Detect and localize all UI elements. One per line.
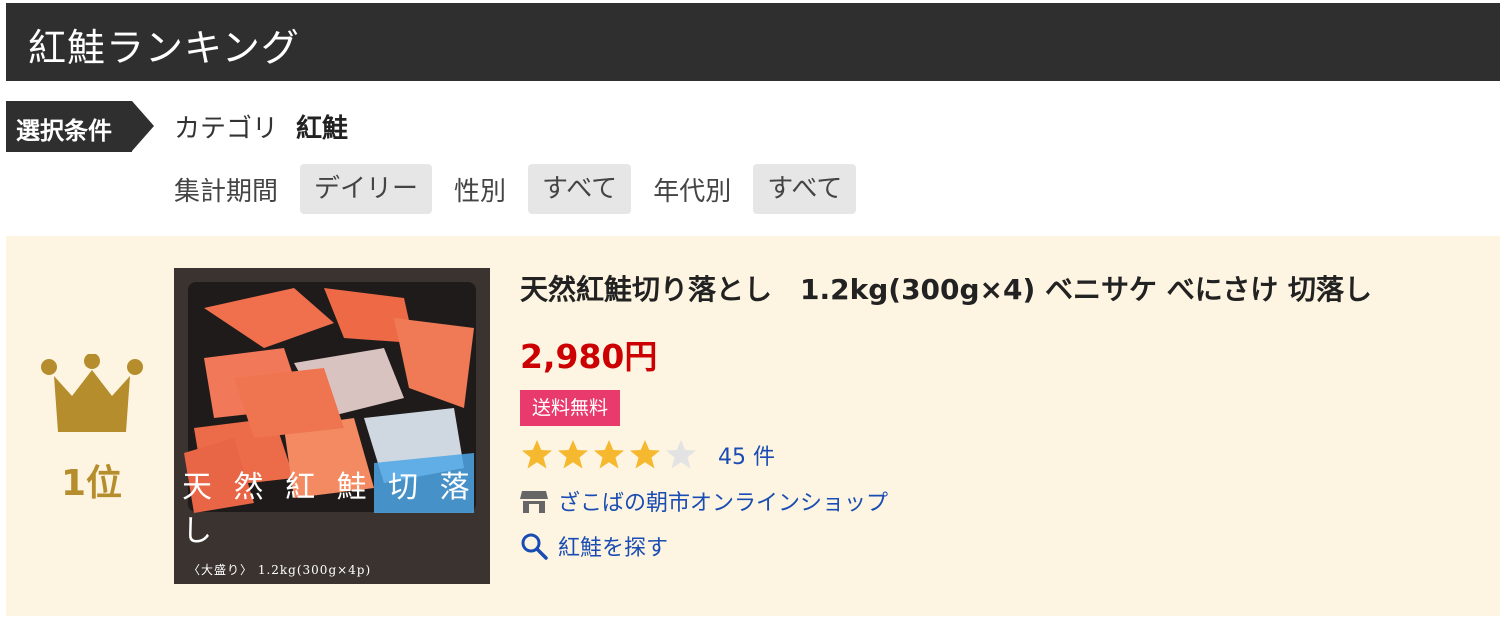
- search-link[interactable]: 紅鮭を探す: [520, 530, 668, 562]
- page-header: 紅鮭ランキング: [6, 3, 1500, 81]
- gender-label: 性別: [454, 176, 507, 207]
- shop-name: ざこばの朝市オンラインショップ: [558, 491, 889, 516]
- page-title: 紅鮭ランキング: [28, 26, 300, 70]
- period-label: 集計期間: [174, 176, 279, 207]
- filter-row: 集計期間 デイリー 性別 すべて 年代別 すべて: [174, 164, 878, 214]
- category-value: 紅鮭: [296, 114, 349, 144]
- conditions-tag: 選択条件: [6, 101, 154, 152]
- age-label: 年代別: [653, 176, 732, 207]
- product-price: 2,980円: [520, 337, 658, 376]
- rating-stars: [522, 440, 696, 469]
- star-icon: [630, 440, 660, 469]
- image-subcaption: 〈大盛り〉 1.2kg(300g×4p): [188, 563, 372, 577]
- star-icon: [594, 440, 624, 469]
- ranking-item: 1位 天 然 紅 鮭 切 落 し 〈大盛り〉 1.2kg(300g×4p) 天然…: [6, 236, 1500, 616]
- image-caption: 天 然 紅 鮭 切 落 し: [182, 470, 476, 549]
- star-icon: [558, 440, 588, 469]
- search-link-label: 紅鮭を探す: [558, 536, 669, 561]
- gender-chip[interactable]: すべて: [528, 164, 632, 214]
- review-count-link[interactable]: 45 件: [718, 439, 775, 471]
- conditions-tag-label: 選択条件: [16, 117, 112, 145]
- star-empty-icon: [666, 440, 696, 469]
- free-shipping-badge: 送料無料: [520, 390, 621, 426]
- rank-label: 1位: [61, 463, 123, 504]
- product-image[interactable]: 天 然 紅 鮭 切 落 し 〈大盛り〉 1.2kg(300g×4p): [174, 268, 490, 584]
- rating: 45 件: [520, 438, 775, 472]
- period-chip[interactable]: デイリー: [300, 164, 433, 214]
- shop-icon: [520, 491, 548, 513]
- category-label: カテゴリ: [174, 114, 279, 144]
- search-icon: [521, 533, 548, 560]
- star-icon: [522, 440, 552, 469]
- crown-icon: [41, 354, 143, 432]
- shop-link[interactable]: ざこばの朝市オンラインショップ: [520, 485, 888, 517]
- product-title-link[interactable]: 天然紅鮭切り落とし 1.2kg(300g×4) ベニサケ べにさけ 切落し: [520, 268, 1372, 308]
- age-chip[interactable]: すべて: [753, 164, 857, 214]
- category-row: カテゴリ 紅鮭: [174, 108, 348, 145]
